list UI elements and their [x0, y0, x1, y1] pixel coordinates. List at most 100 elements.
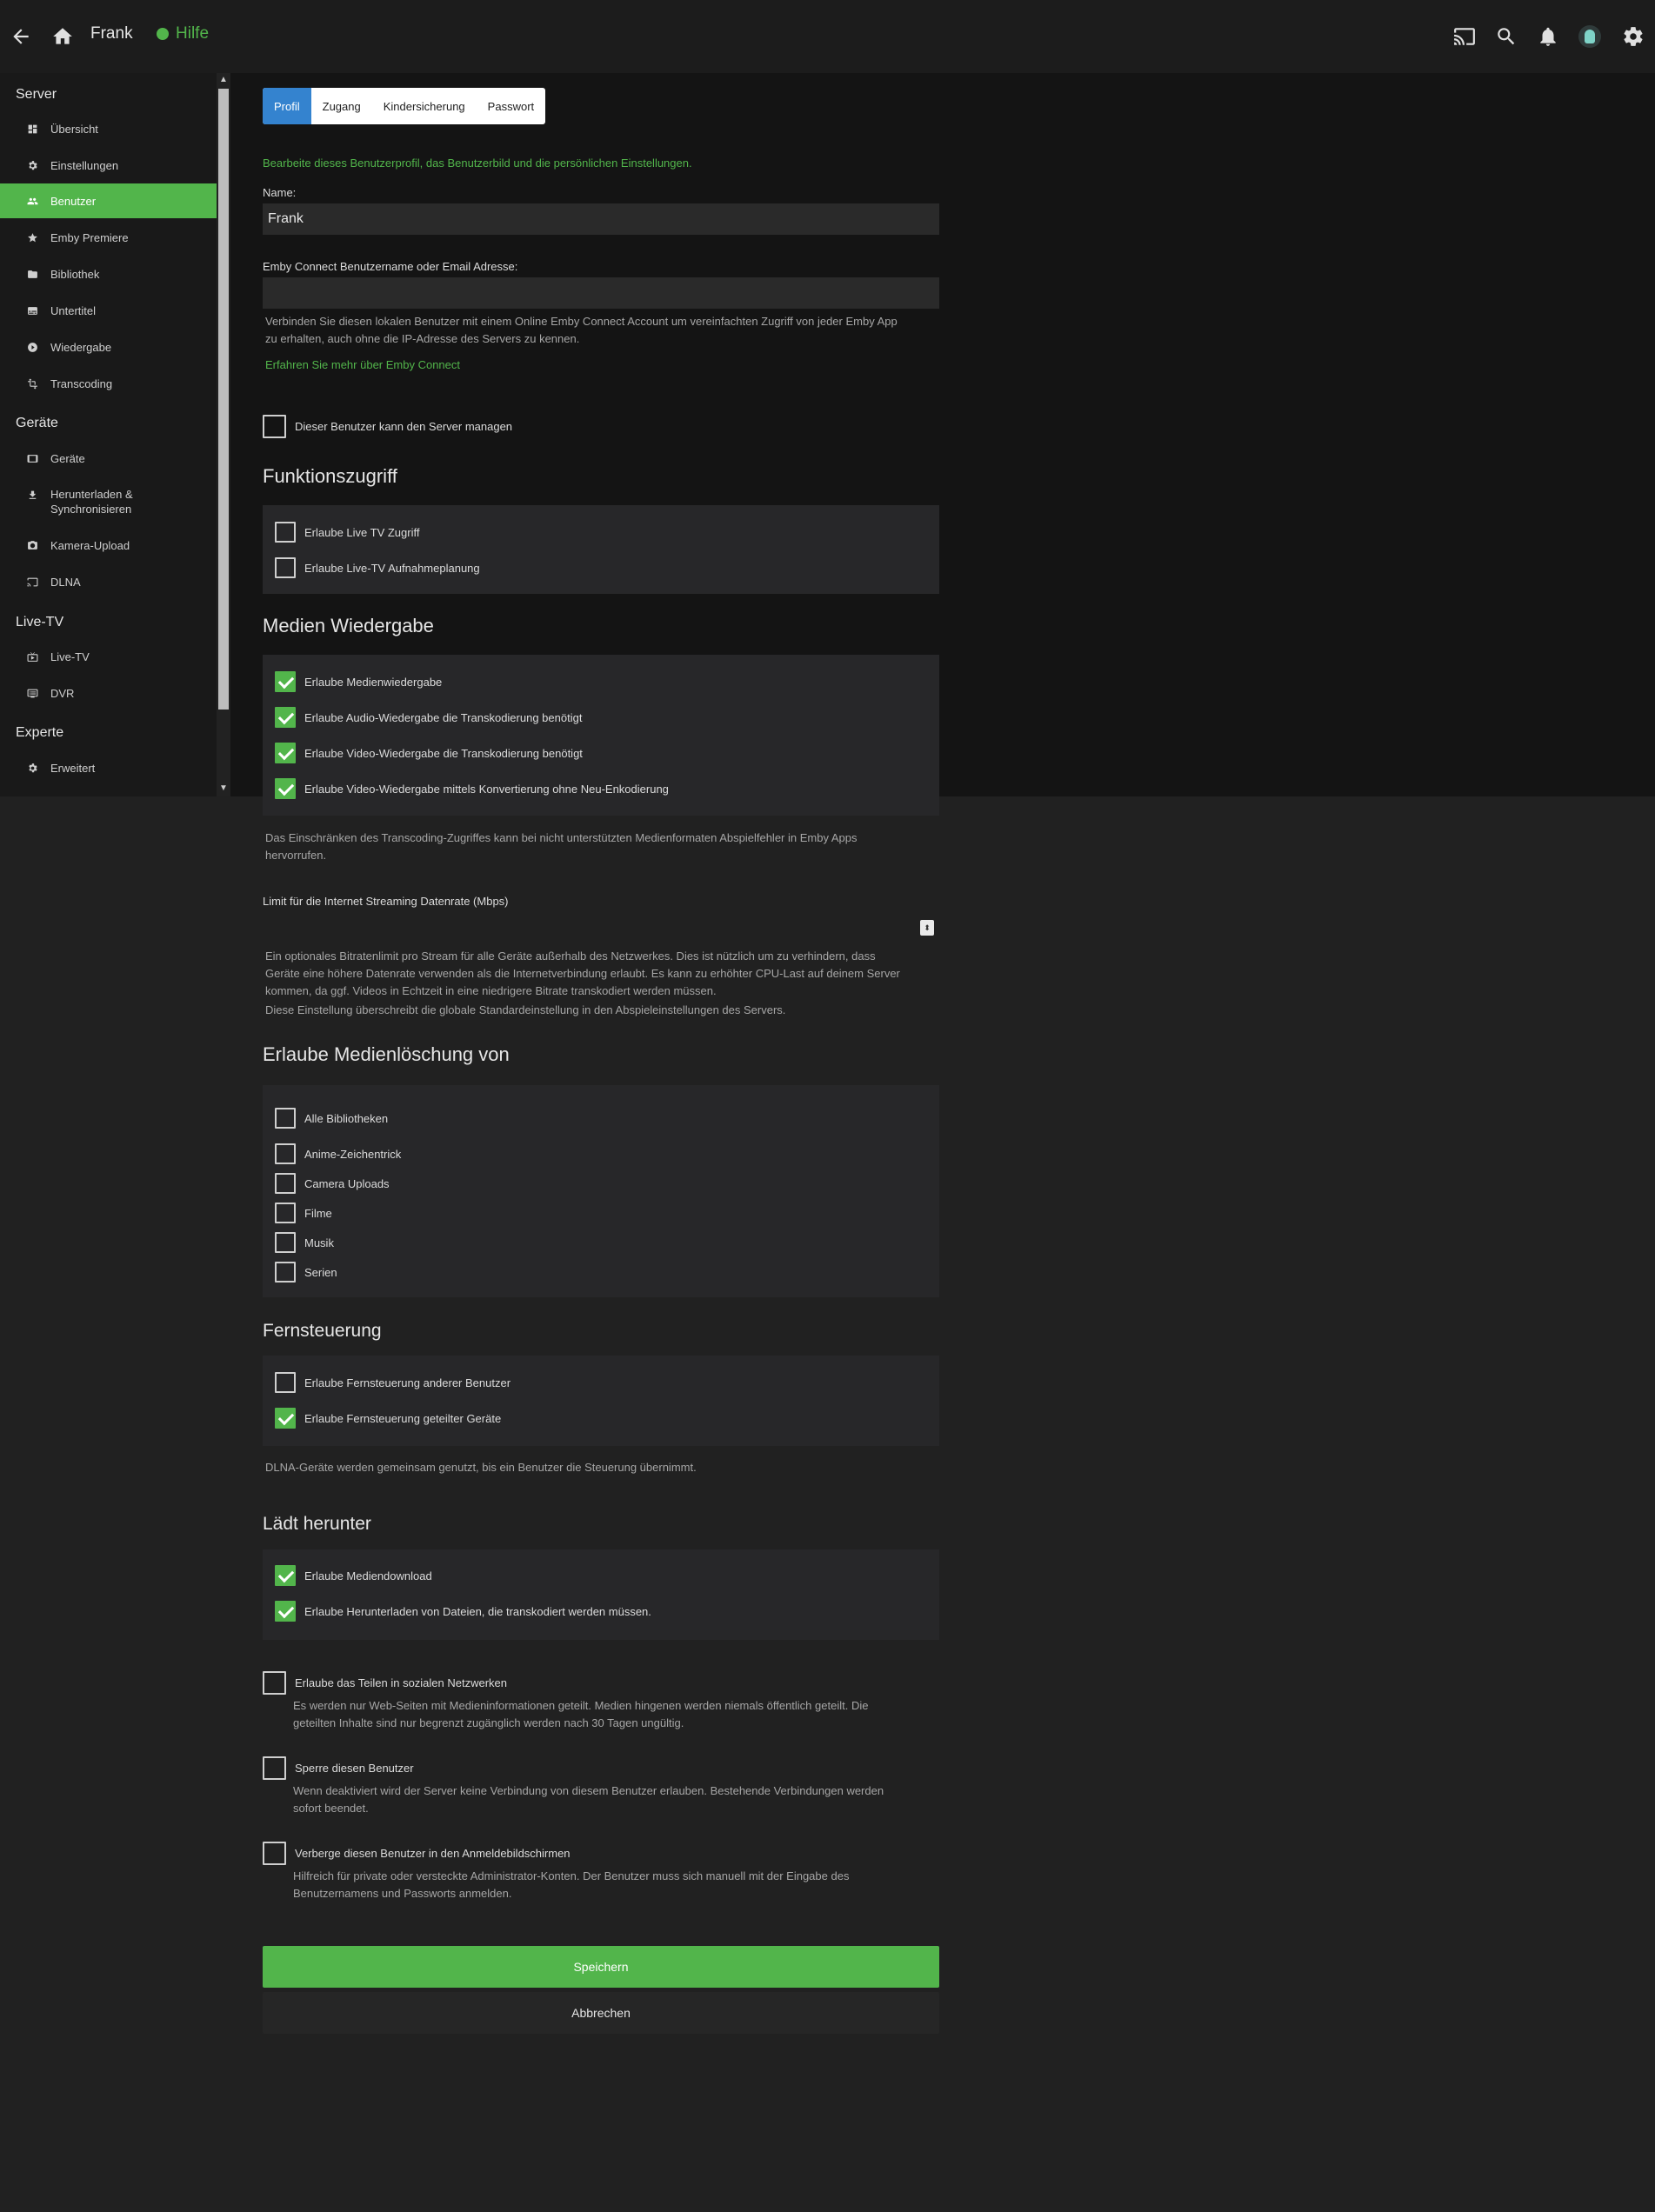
- disable-user-checkbox[interactable]: [263, 1756, 286, 1780]
- sidebar-item-devices[interactable]: Geräte: [0, 441, 217, 476]
- media-deletion-item[interactable]: Camera Uploads: [275, 1173, 390, 1194]
- bitrate-override-help: Diese Einstellung überschreibt die globa…: [265, 1003, 786, 1016]
- notifications-icon[interactable]: [1534, 23, 1562, 50]
- disable-user-row[interactable]: Sperre diesen Benutzer: [263, 1756, 414, 1780]
- media-playback-item[interactable]: Erlaube Video-Wiedergabe die Transkodier…: [275, 743, 583, 763]
- media-deletion-item[interactable]: Musik: [275, 1232, 334, 1253]
- dvr-icon: [26, 687, 38, 699]
- media-playback-item[interactable]: Erlaube Audio-Wiedergabe die Transkodier…: [275, 707, 582, 728]
- disable-user-help-line2: sofort beendet.: [293, 1802, 369, 1815]
- sidebar-scrollbar[interactable]: ▲ ▼: [217, 73, 230, 796]
- checkbox-label: Erlaube Herunterladen von Dateien, die t…: [304, 1604, 651, 1618]
- media-playback-item[interactable]: Erlaube Video-Wiedergabe mittels Konvert…: [275, 778, 669, 799]
- media-deletion-item[interactable]: Filme: [275, 1203, 332, 1223]
- sidebar-item-subtitles[interactable]: Untertitel: [0, 293, 217, 328]
- disable-user-help-line1: Wenn deaktiviert wird der Server keine V…: [293, 1784, 884, 1797]
- remote-control-users-checkbox[interactable]: [275, 1372, 296, 1393]
- hide-user-help: Hilfreich für private oder versteckte Ad…: [293, 1868, 937, 1902]
- tab-parental-control[interactable]: Kindersicherung: [372, 88, 477, 124]
- video-remux-checkbox[interactable]: [275, 778, 296, 799]
- feature-access-item[interactable]: Erlaube Live TV Zugriff: [275, 522, 419, 543]
- name-label: Name:: [263, 186, 297, 199]
- sidebar-item-livetv[interactable]: Live-TV: [0, 639, 217, 674]
- help-link[interactable]: Hilfe: [157, 24, 209, 43]
- remote-control-item[interactable]: Erlaube Fernsteuerung geteilter Geräte: [275, 1408, 501, 1429]
- sidebar-item-advanced[interactable]: Erweitert: [0, 750, 217, 785]
- remote-control-item[interactable]: Erlaube Fernsteuerung anderer Benutzer: [275, 1372, 511, 1393]
- library-checkbox[interactable]: [275, 1143, 296, 1164]
- sidebar-item-label: Bibliothek: [50, 267, 100, 281]
- sidebar-item-transcoding[interactable]: Transcoding: [0, 366, 217, 401]
- admin-checkbox[interactable]: [263, 415, 286, 438]
- library-checkbox[interactable]: [275, 1262, 296, 1283]
- transcode-download-checkbox[interactable]: [275, 1601, 296, 1622]
- sidebar-item-settings[interactable]: Einstellungen: [0, 148, 217, 183]
- sidebar-item-users[interactable]: Benutzer: [0, 183, 217, 218]
- media-deletion-item[interactable]: Alle Bibliotheken: [275, 1108, 388, 1129]
- library-checkbox[interactable]: [275, 1203, 296, 1223]
- feature-access-item[interactable]: Erlaube Live-TV Aufnahmeplanung: [275, 557, 480, 578]
- transcoding-help-line2: hervorrufen.: [265, 849, 327, 862]
- scrollbar-thumb[interactable]: [218, 89, 229, 710]
- admin-checkbox-row[interactable]: Dieser Benutzer kann den Server managen: [263, 415, 512, 438]
- sidebar-item-overview[interactable]: Übersicht: [0, 111, 217, 146]
- downloads-panel: [263, 1549, 939, 1640]
- checkbox-label: Verberge diesen Benutzer in den Anmeldeb…: [295, 1847, 571, 1860]
- scroll-up-arrow-icon[interactable]: ▲: [219, 76, 228, 84]
- downloads-item[interactable]: Erlaube Mediendownload: [275, 1565, 432, 1586]
- social-share-checkbox[interactable]: [263, 1671, 286, 1695]
- sidebar-item-dlna[interactable]: DLNA: [0, 564, 217, 599]
- video-transcode-checkbox[interactable]: [275, 743, 296, 763]
- save-button[interactable]: Speichern: [263, 1946, 939, 1988]
- media-playback-checkbox[interactable]: [275, 671, 296, 692]
- sidebar-item-label: Wiedergabe: [50, 340, 112, 354]
- downloads-item[interactable]: Erlaube Herunterladen von Dateien, die t…: [275, 1601, 651, 1622]
- media-playback-item[interactable]: Erlaube Medienwiedergabe: [275, 671, 442, 692]
- remote-control-shared-devices-checkbox[interactable]: [275, 1408, 296, 1429]
- media-deletion-item[interactable]: Anime-Zeichentrick: [275, 1143, 401, 1164]
- sidebar-item-dvr[interactable]: DVR: [0, 676, 217, 710]
- user-avatar[interactable]: [1576, 23, 1604, 50]
- user-tabs: Profil Zugang Kindersicherung Passwort: [263, 88, 546, 124]
- sidebar-section-devices: Geräte: [16, 416, 58, 430]
- help-icon: [157, 28, 169, 40]
- media-deletion-item[interactable]: Serien: [275, 1262, 337, 1283]
- settings-gear-icon[interactable]: [1619, 23, 1647, 50]
- live-tv-access-checkbox[interactable]: [275, 522, 296, 543]
- media-download-checkbox[interactable]: [275, 1565, 296, 1586]
- feature-access-heading: Funktionszugriff: [263, 465, 397, 487]
- number-spinner-icon[interactable]: ⬍: [920, 920, 934, 936]
- checkbox-label: Erlaube Medienwiedergabe: [304, 675, 443, 689]
- hide-user-checkbox[interactable]: [263, 1842, 286, 1865]
- live-tv-recording-checkbox[interactable]: [275, 557, 296, 578]
- social-share-row[interactable]: Erlaube das Teilen in sozialen Netzwerke…: [263, 1671, 507, 1695]
- search-icon[interactable]: [1492, 23, 1520, 50]
- connect-field[interactable]: [263, 277, 939, 309]
- home-icon[interactable]: [49, 23, 77, 50]
- sidebar-item-library[interactable]: Bibliothek: [0, 257, 217, 291]
- cast-icon[interactable]: [1451, 23, 1478, 50]
- tab-access[interactable]: Zugang: [311, 88, 372, 124]
- sidebar-item-camera-upload[interactable]: Kamera-Upload: [0, 528, 217, 563]
- sidebar-item-label: DVR: [50, 686, 75, 700]
- sidebar: Server Übersicht Einstellungen Benutzer …: [0, 73, 217, 796]
- library-checkbox[interactable]: [275, 1232, 296, 1253]
- hide-user-row[interactable]: Verberge diesen Benutzer in den Anmeldeb…: [263, 1842, 571, 1865]
- sidebar-item-emby-premiere[interactable]: Emby Premiere: [0, 220, 217, 255]
- library-checkbox[interactable]: [275, 1173, 296, 1194]
- tab-profile[interactable]: Profil: [263, 88, 311, 124]
- tab-password[interactable]: Passwort: [477, 88, 545, 124]
- back-arrow-icon[interactable]: [7, 23, 35, 50]
- audio-transcode-checkbox[interactable]: [275, 707, 296, 728]
- sidebar-item-playback[interactable]: Wiedergabe: [0, 330, 217, 364]
- sidebar-item-download-sync[interactable]: Herunterladen & Synchronisieren: [0, 478, 217, 525]
- emby-connect-link[interactable]: Erfahren Sie mehr über Emby Connect: [265, 358, 460, 371]
- bitrate-field[interactable]: [263, 915, 939, 946]
- name-field[interactable]: Frank: [263, 203, 939, 235]
- cancel-button[interactable]: Abbrechen: [263, 1992, 939, 2034]
- all-libraries-checkbox[interactable]: [275, 1108, 296, 1129]
- hide-user-help-line1: Hilfreich für private oder versteckte Ad…: [293, 1869, 850, 1882]
- help-label: Hilfe: [176, 24, 210, 43]
- checkbox-label: Erlaube das Teilen in sozialen Netzwerke…: [295, 1676, 508, 1689]
- scroll-down-arrow-icon[interactable]: ▼: [219, 784, 228, 793]
